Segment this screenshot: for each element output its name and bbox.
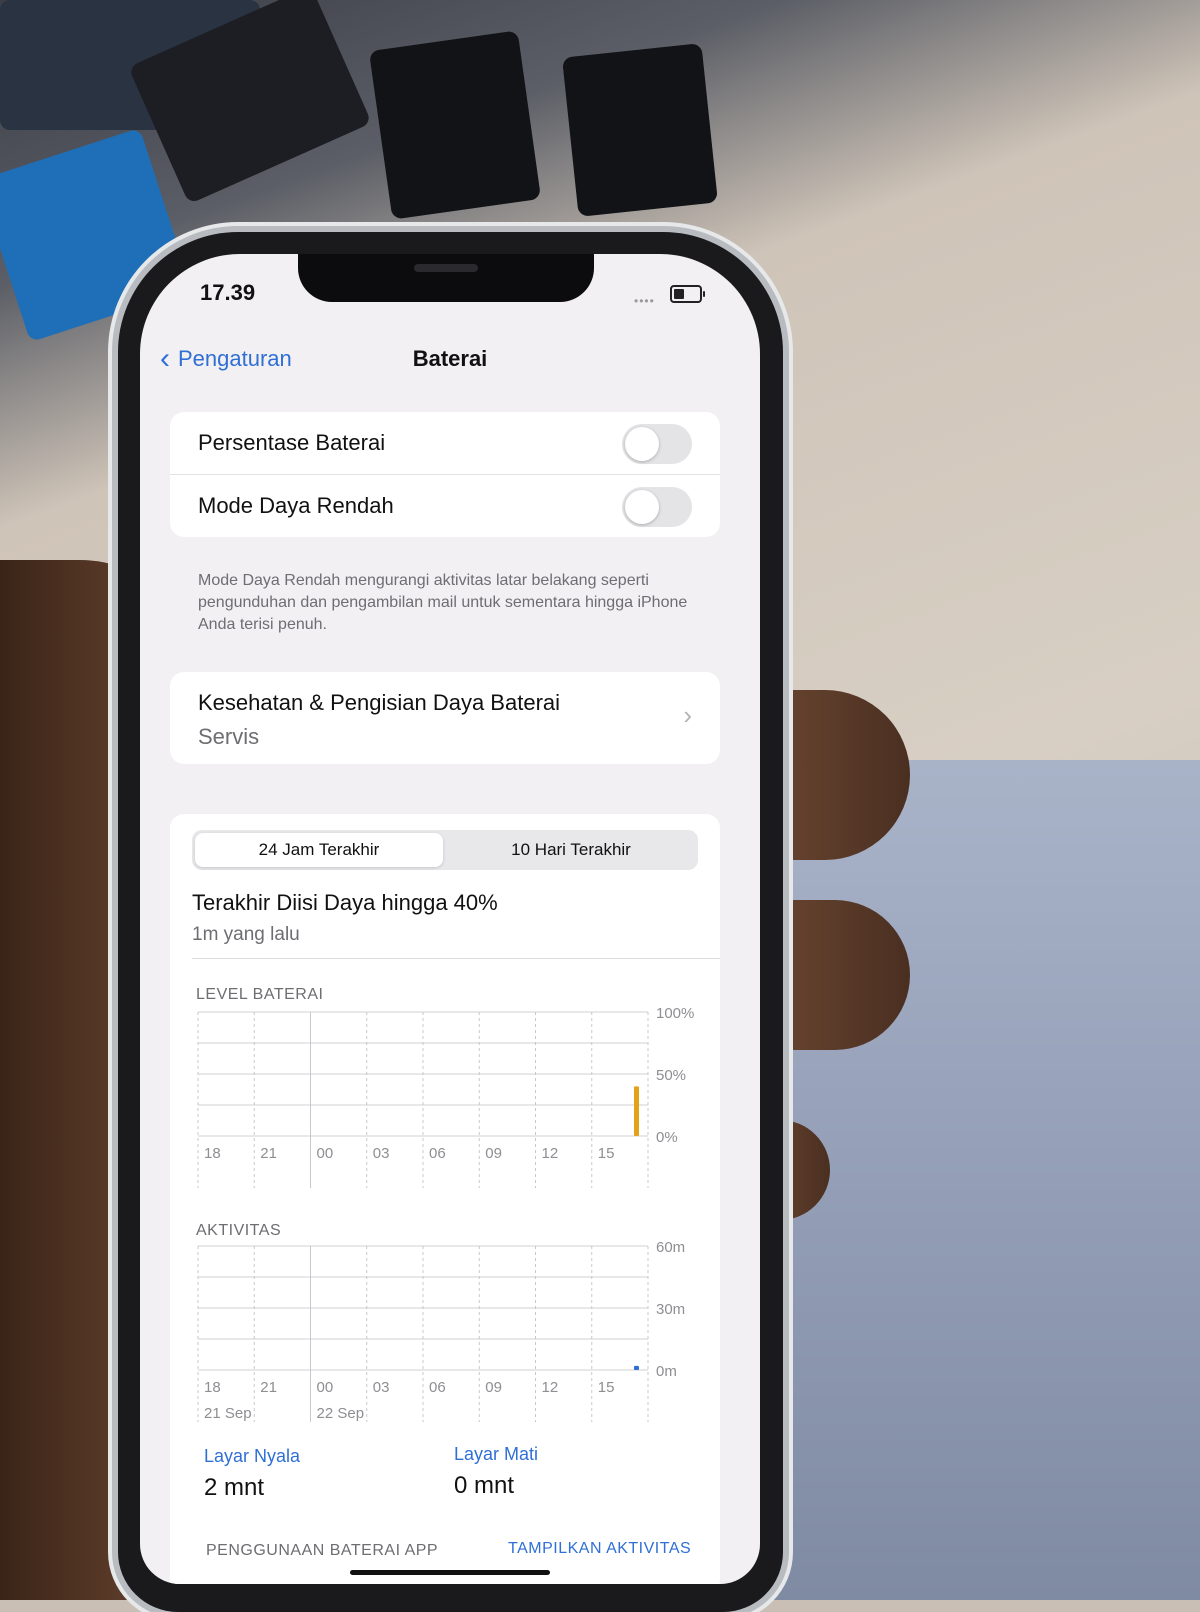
signal-icon: •••• <box>634 294 655 308</box>
y-tick-label: 0% <box>656 1129 678 1146</box>
battery-tip <box>703 291 705 297</box>
divider <box>192 958 720 959</box>
speaker <box>414 264 478 272</box>
x-tick-label: 21 <box>260 1379 277 1396</box>
y-tick-label: 100% <box>656 1006 694 1022</box>
navigation-bar: ‹ Pengaturan Baterai <box>140 336 760 386</box>
tab-24-hours[interactable]: 24 Jam Terakhir <box>195 833 443 867</box>
battery-fill <box>674 289 684 299</box>
x-tick-label: 00 <box>317 1379 334 1396</box>
x-tick-label: 06 <box>429 1379 446 1396</box>
activity-chart: 60m 30m 0m 18 21 00 03 06 09 12 15 21 Sep 22 Sep <box>196 1240 720 1430</box>
x-tick-label: 21 <box>260 1145 277 1162</box>
bar <box>634 1365 639 1370</box>
x-tick-label: 09 <box>485 1379 502 1396</box>
background-object <box>562 43 718 217</box>
x-tick-label: 00 <box>317 1145 334 1162</box>
screen-off-value: 0 mnt <box>454 1472 515 1499</box>
x-tick-label: 15 <box>598 1379 615 1396</box>
date-label: 22 Sep <box>317 1405 365 1422</box>
screen-off-label: Layar Mati <box>454 1444 539 1464</box>
battery-level-chart-title: LEVEL BATERAI <box>196 986 324 1003</box>
phone-screen: 17.39 •••• ‹ Pengaturan Baterai Persenta… <box>140 254 760 1584</box>
screen-on-label: Layar Nyala <box>204 1446 301 1466</box>
phone: 17.39 •••• ‹ Pengaturan Baterai Persenta… <box>118 232 783 1612</box>
app-usage-header: PENGGUNAAN BATERAI APP <box>206 1542 439 1559</box>
y-tick-label: 0m <box>656 1363 677 1380</box>
y-tick-label: 50% <box>656 1067 686 1084</box>
x-tick-label: 15 <box>598 1145 615 1162</box>
battery-percentage-toggle[interactable] <box>622 424 692 464</box>
battery-icon <box>670 285 705 303</box>
battery-level-chart: 100% 50% 0% 18 21 00 03 06 09 12 15 <box>196 1006 720 1202</box>
activity-chart-title: AKTIVITAS <box>196 1222 282 1239</box>
last-charged-text: Terakhir Diisi Daya hingga 40% <box>192 890 498 915</box>
x-tick-label: 03 <box>373 1379 390 1396</box>
show-activity-button[interactable]: TAMPILKAN AKTIVITAS <box>508 1540 691 1558</box>
y-tick-label: 30m <box>656 1301 685 1318</box>
x-tick-label: 12 <box>542 1145 559 1162</box>
screen-on-value: 2 mnt <box>204 1474 265 1501</box>
low-power-row: Mode Daya Rendah <box>170 474 720 537</box>
period-segmented-control: 24 Jam Terakhir 10 Hari Terakhir <box>192 830 698 870</box>
tab-10-days[interactable]: 10 Hari Terakhir <box>447 833 695 867</box>
x-tick-label: 03 <box>373 1145 390 1162</box>
battery-health-title: Kesehatan & Pengisian Daya Baterai <box>198 690 561 715</box>
x-tick-label: 06 <box>429 1145 446 1162</box>
notch <box>298 254 594 302</box>
battery-health-subtitle: Servis <box>198 724 260 749</box>
battery-health-row[interactable]: Kesehatan & Pengisian Daya Baterai Servi… <box>170 672 720 764</box>
x-tick-label: 18 <box>204 1145 221 1162</box>
x-tick-label: 18 <box>204 1379 221 1396</box>
page-title: Baterai <box>412 346 488 371</box>
toggle-knob <box>625 490 659 524</box>
toggle-group: Persentase Baterai Mode Daya Rendah <box>170 412 720 537</box>
battery-percentage-row: Persentase Baterai <box>170 412 720 474</box>
usage-card: 24 Jam Terakhir 10 Hari Terakhir Terakhi… <box>170 814 720 1584</box>
status-time: 17.39 <box>200 280 256 305</box>
x-tick-label: 12 <box>542 1379 559 1396</box>
low-power-note: Mode Daya Rendah mengurangi aktivitas la… <box>198 572 688 633</box>
battery-percentage-label: Persentase Baterai <box>198 430 386 455</box>
toggle-knob <box>625 427 659 461</box>
low-power-label: Mode Daya Rendah <box>198 493 394 518</box>
chevron-right-icon: › <box>683 700 692 730</box>
background-object <box>368 30 542 220</box>
x-tick-label: 09 <box>485 1145 502 1162</box>
low-power-toggle[interactable] <box>622 487 692 527</box>
date-label: 21 Sep <box>204 1405 252 1422</box>
home-indicator[interactable] <box>350 1570 550 1575</box>
y-tick-label: 60m <box>656 1240 685 1256</box>
bar <box>634 1086 639 1136</box>
last-charged-time: 1m yang lalu <box>192 924 300 945</box>
